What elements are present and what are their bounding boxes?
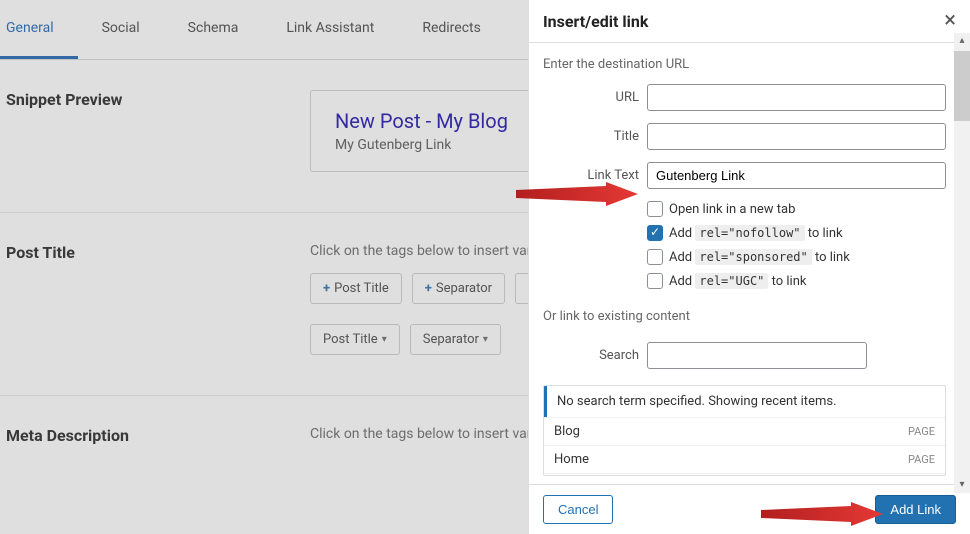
existing-content-hint: Or link to existing content xyxy=(543,309,946,324)
sponsored-label: Add rel="sponsored" to link xyxy=(669,250,850,265)
result-item[interactable]: BlogPAGE xyxy=(544,417,945,445)
sponsored-checkbox[interactable] xyxy=(647,249,663,265)
search-label: Search xyxy=(543,348,639,363)
destination-hint: Enter the destination URL xyxy=(543,57,946,72)
linktext-input[interactable] xyxy=(647,162,946,189)
nofollow-checkbox[interactable] xyxy=(647,225,663,241)
url-label: URL xyxy=(543,90,639,105)
results-scroll[interactable]: BlogPAGE HomePAGE ContactPAGE AboutPAGE … xyxy=(544,417,945,476)
title-input[interactable] xyxy=(647,123,946,150)
open-new-tab-checkbox[interactable] xyxy=(647,201,663,217)
ugc-checkbox[interactable] xyxy=(647,273,663,289)
insert-link-modal: ▴ ▾ Insert/edit link × Enter the destina… xyxy=(528,0,970,534)
nofollow-label: Add rel="nofollow" to link xyxy=(669,226,843,241)
open-new-tab-label: Open link in a new tab xyxy=(669,202,795,217)
close-icon[interactable]: × xyxy=(944,10,956,32)
modal-title: Insert/edit link xyxy=(543,12,648,31)
title-label: Title xyxy=(543,129,639,144)
search-input[interactable] xyxy=(647,342,867,369)
search-results: No search term specified. Showing recent… xyxy=(543,385,946,476)
result-item[interactable]: ContactPAGE xyxy=(544,473,945,476)
url-input[interactable] xyxy=(647,84,946,111)
results-header: No search term specified. Showing recent… xyxy=(544,386,945,417)
linktext-label: Link Text xyxy=(543,168,639,183)
cancel-button[interactable]: Cancel xyxy=(543,495,613,524)
result-item[interactable]: HomePAGE xyxy=(544,445,945,473)
add-link-button[interactable]: Add Link xyxy=(875,495,956,524)
ugc-label: Add rel="UGC" to link xyxy=(669,274,807,289)
